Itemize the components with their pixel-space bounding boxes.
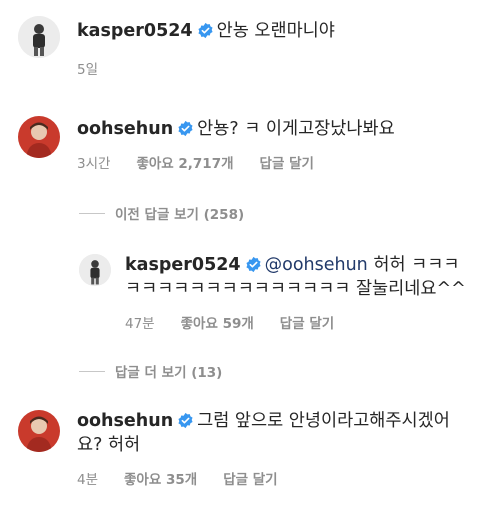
avatar-image bbox=[18, 116, 60, 158]
verified-badge-icon bbox=[177, 120, 194, 137]
divider-dash bbox=[79, 370, 105, 372]
comment-time[interactable]: 4분 bbox=[77, 472, 98, 488]
comment-text: 허허 ㅋㅋㅋ bbox=[373, 255, 460, 275]
mention-link[interactable]: @oohsehun bbox=[265, 255, 368, 275]
avatar-image bbox=[18, 410, 60, 452]
avatar-kasper0524[interactable] bbox=[79, 254, 111, 286]
comment-1-line: kasper0524 안농 오랜마니야 bbox=[77, 20, 335, 43]
comment-3-line-2: ㅋㅋㅋㅋㅋㅋㅋㅋㅋㅋㅋㅋㅋㅋ 잘눌리네요^^ bbox=[125, 278, 466, 301]
comment-1-meta: 5일 bbox=[77, 58, 124, 78]
verified-badge-icon bbox=[197, 22, 214, 39]
avatar-oohsehun[interactable] bbox=[18, 116, 60, 158]
divider-dash bbox=[79, 212, 105, 214]
avatar-image bbox=[18, 16, 60, 58]
comment-3-line-1: kasper0524 @oohsehun 허허 ㅋㅋㅋ bbox=[125, 254, 459, 277]
comment-username[interactable]: oohsehun bbox=[77, 119, 173, 139]
avatar-kasper0524[interactable] bbox=[18, 16, 60, 58]
reply-button[interactable]: 답글 달기 bbox=[223, 472, 277, 488]
comment-username[interactable]: kasper0524 bbox=[77, 21, 193, 41]
comment-text: 안뇽? ㅋ 이게고장났나봐요 bbox=[197, 119, 395, 139]
reply-button[interactable]: 답글 달기 bbox=[280, 316, 334, 332]
comment-time[interactable]: 47분 bbox=[125, 316, 155, 332]
comment-text: 그럼 앞으로 안녕이라고해주시겠어 bbox=[197, 411, 450, 431]
comment-text: 안농 오랜마니야 bbox=[216, 21, 335, 41]
comment-username[interactable]: oohsehun bbox=[77, 411, 173, 431]
comment-time[interactable]: 3시간 bbox=[77, 156, 110, 172]
avatar-image bbox=[79, 254, 111, 286]
toggle-label: 답글 더 보기 (13) bbox=[115, 365, 223, 381]
comment-4-meta: 4분 좋아요 35개 답글 달기 bbox=[77, 468, 304, 488]
comment-4-line-2: 요? 허허 bbox=[77, 434, 140, 457]
comment-text: ㅋㅋㅋㅋㅋㅋㅋㅋㅋㅋㅋㅋㅋㅋ 잘눌리네요^^ bbox=[125, 279, 466, 299]
comment-2-meta: 3시간 좋아요 2,717개 답글 달기 bbox=[77, 152, 340, 172]
comment-time[interactable]: 5일 bbox=[77, 62, 98, 78]
verified-badge-icon bbox=[245, 256, 262, 273]
avatar-oohsehun[interactable] bbox=[18, 410, 60, 452]
verified-badge-icon bbox=[177, 412, 194, 429]
comment-likes[interactable]: 좋아요 35개 bbox=[124, 472, 197, 488]
comment-3-meta: 47분 좋아요 59개 답글 달기 bbox=[125, 312, 360, 332]
comment-username[interactable]: kasper0524 bbox=[125, 255, 241, 275]
view-more-replies-button[interactable]: 답글 더 보기 (13) bbox=[79, 361, 222, 381]
comment-2-line: oohsehun 안뇽? ㅋ 이게고장났나봐요 bbox=[77, 118, 395, 141]
comment-likes[interactable]: 좋아요 59개 bbox=[181, 316, 254, 332]
comment-4-line-1: oohsehun 그럼 앞으로 안녕이라고해주시겠어 bbox=[77, 410, 450, 433]
view-previous-replies-button[interactable]: 이전 답글 보기 (258) bbox=[79, 203, 244, 223]
comment-text: 요? 허허 bbox=[77, 435, 141, 455]
toggle-label: 이전 답글 보기 (258) bbox=[115, 207, 245, 223]
reply-button[interactable]: 답글 달기 bbox=[260, 156, 314, 172]
comment-likes[interactable]: 좋아요 2,717개 bbox=[136, 156, 233, 172]
